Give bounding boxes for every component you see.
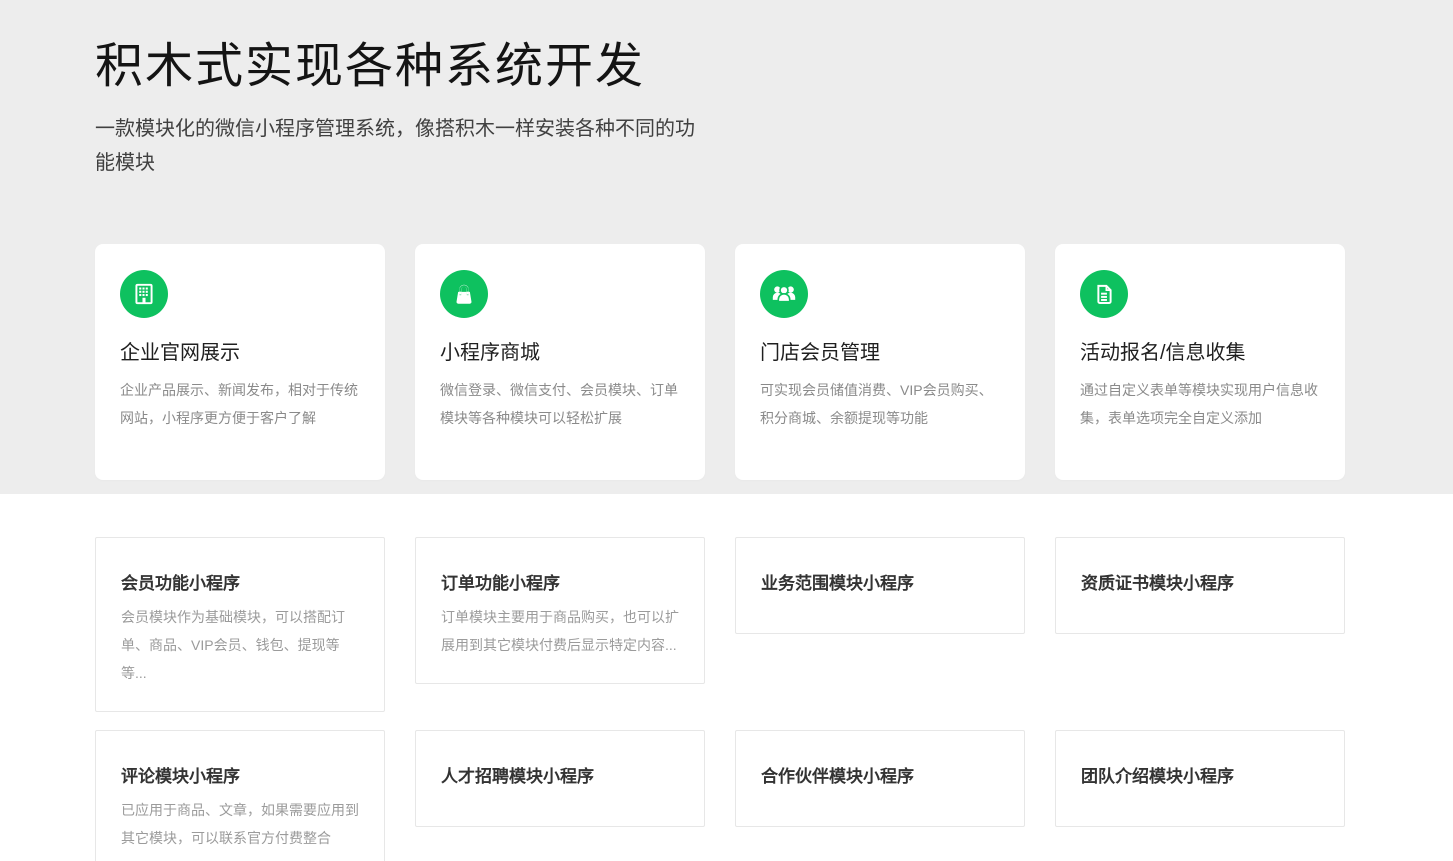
module-card[interactable]: 订单功能小程序 订单模块主要用于商品购买，也可以扩展用到其它模块付费后显示特定内… [415,537,705,684]
shopping-bag-icon [440,270,488,318]
module-card-title: 订单功能小程序 [441,573,679,594]
module-card-grid: 会员功能小程序 会员模块作为基础模块，可以搭配订单、商品、VIP会员、钱包、提现… [95,537,1345,861]
feature-card-description: 可实现会员储值消费、VIP会员购买、积分商城、余额提现等功能 [760,376,1000,432]
feature-card: 门店会员管理 可实现会员储值消费、VIP会员购买、积分商城、余额提现等功能 [735,244,1025,480]
feature-card: 企业官网展示 企业产品展示、新闻发布，相对于传统网站，小程序更方便于客户了解 [95,244,385,480]
module-card-title: 会员功能小程序 [121,573,359,594]
module-card[interactable]: 评论模块小程序 已应用于商品、文章，如果需要应用到其它模块，可以联系官方付费整合 [95,730,385,861]
hero-section: 积木式实现各种系统开发 一款模块化的微信小程序管理系统，像搭积木一样安装各种不同… [0,0,1453,494]
module-card[interactable]: 会员功能小程序 会员模块作为基础模块，可以搭配订单、商品、VIP会员、钱包、提现… [95,537,385,712]
feature-card-title: 活动报名/信息收集 [1080,340,1320,366]
feature-card-title: 门店会员管理 [760,340,1000,366]
feature-card-description: 通过自定义表单等模块实现用户信息收集，表单选项完全自定义添加 [1080,376,1320,432]
feature-card-description: 微信登录、微信支付、会员模块、订单模块等各种模块可以轻松扩展 [440,376,680,432]
module-card[interactable]: 人才招聘模块小程序 [415,730,705,827]
document-icon [1080,270,1128,318]
module-card-title: 团队介绍模块小程序 [1081,766,1319,787]
feature-card-title: 企业官网展示 [120,340,360,366]
page-subtitle: 一款模块化的微信小程序管理系统，像搭积木一样安装各种不同的功能模块 [95,112,713,180]
module-card-title: 合作伙伴模块小程序 [761,766,999,787]
module-card-title: 资质证书模块小程序 [1081,573,1319,594]
modules-section: 会员功能小程序 会员模块作为基础模块，可以搭配订单、商品、VIP会员、钱包、提现… [0,494,1453,861]
module-card[interactable]: 资质证书模块小程序 [1055,537,1345,634]
module-card-title: 人才招聘模块小程序 [441,766,679,787]
feature-card: 活动报名/信息收集 通过自定义表单等模块实现用户信息收集，表单选项完全自定义添加 [1055,244,1345,480]
users-icon [760,270,808,318]
page-title: 积木式实现各种系统开发 [95,38,1345,96]
feature-card-grid: 企业官网展示 企业产品展示、新闻发布，相对于传统网站，小程序更方便于客户了解 小… [95,244,1345,480]
feature-card-description: 企业产品展示、新闻发布，相对于传统网站，小程序更方便于客户了解 [120,376,360,432]
module-card[interactable]: 业务范围模块小程序 [735,537,1025,634]
module-card-description: 会员模块作为基础模块，可以搭配订单、商品、VIP会员、钱包、提现等等... [121,603,359,687]
module-card[interactable]: 团队介绍模块小程序 [1055,730,1345,827]
module-card[interactable]: 合作伙伴模块小程序 [735,730,1025,827]
module-card-title: 评论模块小程序 [121,766,359,787]
building-icon [120,270,168,318]
feature-card-title: 小程序商城 [440,340,680,366]
feature-card: 小程序商城 微信登录、微信支付、会员模块、订单模块等各种模块可以轻松扩展 [415,244,705,480]
module-card-description: 已应用于商品、文章，如果需要应用到其它模块，可以联系官方付费整合 [121,796,359,852]
module-card-description: 订单模块主要用于商品购买，也可以扩展用到其它模块付费后显示特定内容... [441,603,679,659]
module-card-title: 业务范围模块小程序 [761,573,999,594]
